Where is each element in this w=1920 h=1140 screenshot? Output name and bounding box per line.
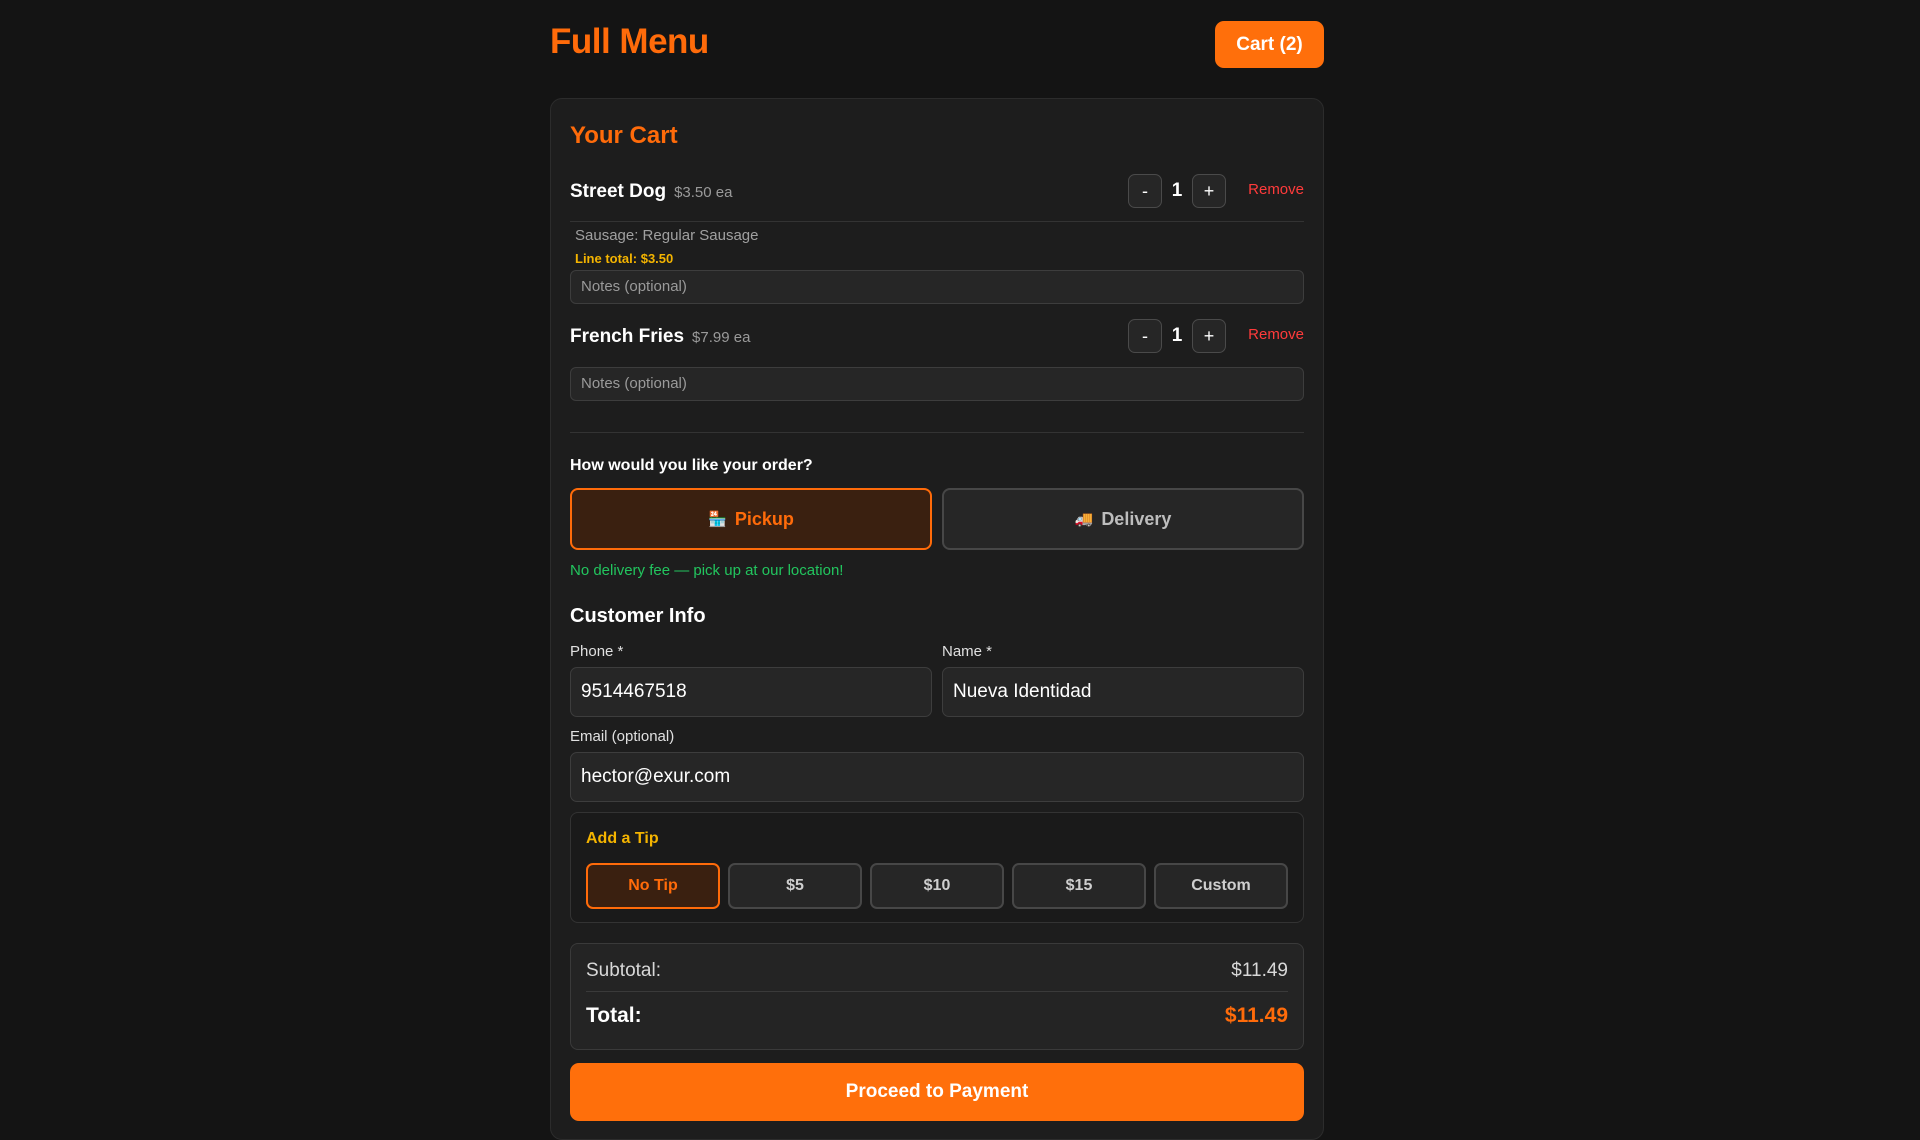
remove-item-button[interactable]: Remove [1248,181,1304,198]
cart-title: Your Cart [570,122,678,149]
tip-title: Add a Tip [586,830,659,847]
item-unit-price: $3.50 ea [674,184,733,201]
item-name-text: French Fries [570,326,685,347]
cart-button[interactable]: Cart (2) [1215,21,1324,68]
pickup-option[interactable]: 🏪 Pickup [570,488,932,550]
quantity-stepper: - 1 + [1128,319,1226,353]
customer-info-title: Customer Info [570,605,706,627]
item-option: Sausage: Regular Sausage [575,227,759,244]
phone-label: Phone * [570,643,624,660]
cart-item: Street Dog $3.50 ea - 1 + Remove [570,174,1304,214]
email-input[interactable]: hector@exur.com [570,752,1304,802]
subtotal-row: Subtotal: $11.49 [586,960,1288,984]
total-value: $11.49 [1224,1004,1288,1027]
proceed-to-payment-button[interactable]: Proceed to Payment [570,1063,1304,1121]
total-row: Total: $11.49 [586,1004,1288,1032]
increase-qty-button[interactable]: + [1192,174,1226,208]
item-notes-input[interactable]: Notes (optional) [570,367,1304,401]
name-input[interactable]: Nueva Identidad [942,667,1304,717]
tip-option-5[interactable]: $5 [728,863,862,909]
tip-option-10[interactable]: $10 [870,863,1004,909]
phone-input[interactable]: 9514467518 [570,667,932,717]
item-line-total: Line total: $3.50 [575,251,674,266]
subtotal-value: $11.49 [1231,960,1288,981]
item-notes-input[interactable]: Notes (optional) [570,270,1304,304]
menu-page: Full Menu Cart (2) Your Cart Street Dog $… [550,0,1324,1140]
email-label: Email (optional) [570,728,675,745]
remove-item-button[interactable]: Remove [1248,326,1304,343]
delivery-label: Delivery [1101,508,1172,529]
tip-option-none[interactable]: No Tip [586,863,720,909]
tip-section: Add a Tip No Tip $5 $10 $15 Custom [570,812,1304,923]
total-label: Total: [586,1004,642,1027]
item-name-text: Street Dog [570,181,667,202]
cart-item: French Fries $7.99 ea - 1 + Remove [570,319,1304,359]
section-divider [570,432,1304,433]
tip-option-15[interactable]: $15 [1012,863,1146,909]
decrease-qty-button[interactable]: - [1128,174,1162,208]
top-bar: Full Menu Cart (2) [550,0,1324,98]
cart-panel: Your Cart Street Dog $3.50 ea - 1 + Remov… [550,98,1324,1140]
item-name: Street Dog $3.50 ea [570,181,732,203]
totals-divider [586,991,1288,992]
delivery-option[interactable]: 🚚 Delivery [942,488,1304,550]
order-type-question: How would you like your order? [570,457,813,474]
order-totals: Subtotal: $11.49 Total: $11.49 [570,943,1304,1050]
item-name: French Fries $7.99 ea [570,326,750,348]
increase-qty-button[interactable]: + [1192,319,1226,353]
decrease-qty-button[interactable]: - [1128,319,1162,353]
subtotal-label: Subtotal: [586,960,661,981]
truck-icon: 🚚 [1074,511,1094,528]
quantity-value: 1 [1171,180,1183,201]
item-divider [570,221,1304,222]
pickup-note: No delivery fee — pick up at our locatio… [570,562,844,579]
store-icon: 🏪 [708,511,727,528]
quantity-stepper: - 1 + [1128,174,1226,208]
item-unit-price: $7.99 ea [692,329,751,346]
pickup-label: Pickup [734,508,794,529]
tip-option-custom[interactable]: Custom [1154,863,1288,909]
name-label: Name * [942,643,993,660]
quantity-value: 1 [1171,325,1183,346]
page-title: Full Menu [550,22,709,61]
